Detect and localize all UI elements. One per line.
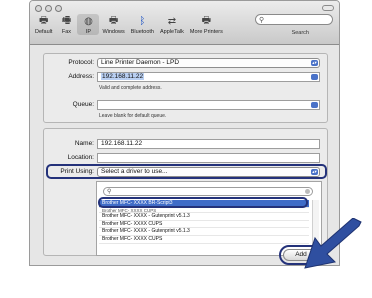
windows-printer-icon: 🖶: [108, 14, 119, 26]
location-label: Location:: [67, 154, 94, 161]
search-label: Search: [291, 30, 309, 36]
queue-field[interactable]: [97, 100, 320, 110]
toolbar-item-more-printers[interactable]: 🖶 More Printers: [187, 14, 226, 36]
zoom-window-button[interactable]: [55, 5, 62, 12]
window-controls: [35, 5, 62, 12]
toolbar-item-default[interactable]: 🖶 Default: [32, 14, 55, 36]
close-window-button[interactable]: [35, 5, 42, 12]
toolbar: 🖶 Default 🖷 Fax ◍ IP 🖶 Windows ᛒ Bluetooth ⇄ AppleT…: [30, 1, 339, 45]
popup-arrows-icon: ▴▾: [311, 60, 318, 66]
printer-browser-window: 🖶 Default 🖷 Fax ◍ IP 🖶 Windows ᛒ Bluetooth ⇄ AppleT…: [29, 0, 340, 266]
search-icon: ⚲: [107, 189, 112, 195]
name-label: Name:: [74, 140, 94, 147]
pointer-arrow-icon: [304, 218, 362, 269]
printer-icon: 🖶: [201, 14, 212, 26]
toolbar-items: 🖶 Default 🖷 Fax ◍ IP 🖶 Windows ᛒ Bluetooth ⇄ AppleT…: [32, 14, 226, 35]
toolbar-item-label: Bluetooth: [130, 29, 154, 35]
protocol-popup[interactable]: Line Printer Daemon - LPD ▴▾: [97, 58, 320, 68]
queue-label: Queue:: [72, 101, 94, 108]
driver-list-item[interactable]: Brother MFC- XXXX CUPS: [99, 221, 309, 229]
driver-list-item[interactable]: Brother MFC- XXXX CUPS: [99, 236, 309, 244]
toolbar-item-windows[interactable]: 🖶 Windows: [99, 14, 127, 36]
toolbar-item-ip[interactable]: ◍ IP: [77, 14, 100, 35]
toolbar-item-label: AppleTalk: [160, 29, 184, 35]
driver-list: Brother MFC- XXXX BR-Script3 Brother MFC-…: [99, 200, 309, 255]
address-value: 192.168.11.22: [101, 73, 145, 80]
address-history-icon[interactable]: [311, 74, 318, 80]
printer-icon: 🖶: [38, 14, 49, 26]
fax-icon: 🖷: [61, 14, 72, 26]
protocol-panel: Protocol: Line Printer Daemon - LPD ▴▾ A…: [43, 53, 328, 123]
toolbar-item-bluetooth[interactable]: ᛒ Bluetooth: [128, 14, 157, 36]
clear-search-icon[interactable]: [305, 189, 310, 194]
name-value: 192.168.11.22: [101, 140, 143, 147]
toolbar-item-label: More Printers: [189, 29, 223, 35]
toolbar-item-label: Fax: [61, 29, 72, 35]
protocol-value: Line Printer Daemon - LPD: [101, 59, 180, 66]
toolbar-item-fax[interactable]: 🖷 Fax: [55, 14, 77, 36]
toolbar-toggle-button[interactable]: [322, 5, 334, 11]
name-field[interactable]: 192.168.11.22: [97, 139, 320, 149]
queue-history-icon[interactable]: [311, 102, 318, 108]
protocol-label: Protocol:: [68, 59, 94, 66]
printer-info-panel: Name: 192.168.11.22 Location: Print Usin…: [43, 128, 328, 256]
search-field[interactable]: ⚲: [255, 14, 333, 25]
search-icon: ⚲: [259, 17, 265, 24]
address-field[interactable]: 192.168.11.22: [97, 72, 320, 82]
appletalk-icon: ⇄: [167, 15, 177, 27]
toolbar-item-label: Windows: [102, 29, 125, 35]
minimize-window-button[interactable]: [45, 5, 52, 12]
driver-list-item[interactable]: Brother MFC- XXXX - Gutenprint v5.1.3: [99, 213, 309, 221]
selected-driver-highlight: [98, 197, 308, 208]
toolbar-item-label: IP: [85, 29, 92, 35]
print-using-highlight: [46, 164, 327, 179]
location-field[interactable]: [97, 153, 320, 163]
toolbar-item-appletalk[interactable]: ⇄ AppleTalk: [157, 14, 187, 36]
queue-hint: Leave blank for default queue.: [99, 113, 167, 119]
globe-icon: ◍: [84, 15, 93, 27]
address-hint: Valid and complete address.: [99, 85, 162, 91]
driver-search-field[interactable]: ⚲: [103, 187, 313, 196]
toolbar-item-label: Default: [35, 29, 53, 35]
driver-list-item[interactable]: Brother MFC- XXXX - Gutenprint v5.1.3: [99, 228, 309, 237]
bluetooth-icon: ᛒ: [139, 15, 146, 27]
address-label: Address:: [68, 73, 94, 80]
